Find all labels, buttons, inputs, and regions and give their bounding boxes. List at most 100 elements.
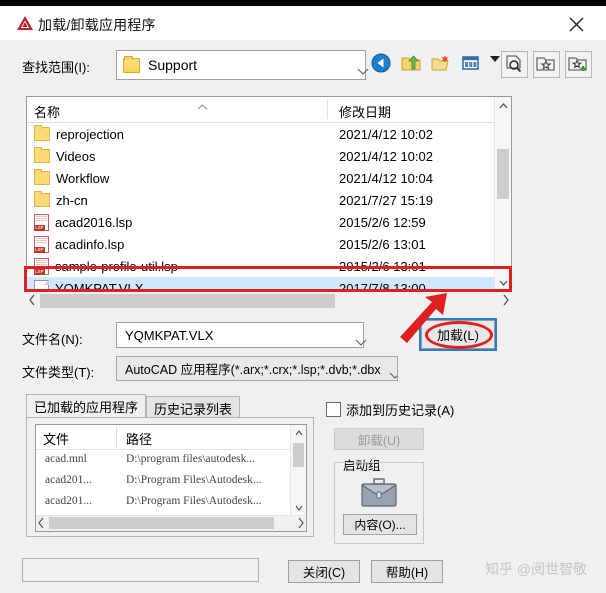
loaded-list-header: 文件 路径 — [36, 425, 306, 450]
up-folder-icon[interactable] — [400, 52, 423, 75]
scrollbar-thumb[interactable] — [40, 294, 335, 308]
new-folder-icon[interactable] — [430, 52, 453, 75]
scroll-right-icon[interactable] — [297, 517, 305, 531]
file-list-horizontal-scrollbar[interactable] — [26, 292, 512, 310]
column-divider — [116, 427, 117, 447]
help-button-label: 帮助(H) — [385, 566, 429, 580]
load-unload-applications-dialog: 加载/卸载应用程序 查找范围(I): Support 名称 修改日期 repro… — [0, 0, 606, 593]
file-date-cell: 2021/4/12 10:04 — [339, 170, 433, 186]
file-name-cell: zh-cn — [56, 192, 88, 208]
loaded-file-cell: acad.mnl — [45, 453, 87, 465]
scroll-left-icon[interactable] — [28, 294, 36, 309]
column-divider — [327, 100, 328, 119]
loaded-list-vertical-scrollbar[interactable] — [290, 425, 306, 516]
close-button[interactable]: 关闭(C) — [288, 560, 360, 583]
generic-file-icon — [34, 279, 49, 291]
look-in-label: 查找范围(I): — [22, 60, 90, 75]
lsp-file-icon — [34, 257, 49, 275]
scroll-down-icon[interactable] — [495, 274, 511, 291]
folder-icon — [34, 191, 50, 207]
back-icon[interactable] — [370, 52, 393, 75]
file-type-value: AutoCAD 应用程序(*.arx;*.crx;*.lsp;*.dvb;*.d… — [125, 363, 381, 377]
scroll-up-icon[interactable] — [291, 425, 306, 441]
file-list-row[interactable]: zh-cn 2021/7/27 15:19 — [27, 189, 511, 211]
column-header-path[interactable]: 路径 — [126, 429, 152, 448]
checkbox-box[interactable] — [326, 402, 341, 417]
close-icon[interactable] — [554, 10, 598, 38]
add-to-history-checkbox[interactable]: 添加到历史记录(A) — [326, 400, 454, 419]
column-header-date[interactable]: 修改日期 — [339, 102, 391, 121]
lsp-file-icon — [34, 235, 49, 253]
file-list-row[interactable]: Videos 2021/4/12 10:02 — [27, 145, 511, 167]
folder-icon — [34, 125, 50, 141]
file-name-input[interactable]: YQMKPAT.VLX — [116, 322, 367, 348]
look-in-bar: 查找范围(I): Support — [0, 40, 606, 90]
scrollbar-thumb[interactable] — [49, 517, 274, 529]
file-name-cell: Workflow — [56, 170, 110, 186]
column-header-file[interactable]: 文件 — [43, 429, 69, 448]
file-date-cell: 2017/7/8 13:00 — [339, 280, 426, 292]
file-date-cell: 2021/4/12 10:02 — [339, 126, 433, 142]
file-list-row[interactable]: sample-profile-util.lsp 2015/2/6 13:01 — [27, 255, 511, 277]
title-bar: 加载/卸载应用程序 — [0, 6, 606, 41]
file-name-cell: sample-profile-util.lsp — [55, 258, 178, 274]
file-list[interactable]: 名称 修改日期 reprojection 2021/4/12 10:02 Video… — [26, 96, 512, 292]
tab-history-list[interactable]: 历史记录列表 — [146, 396, 241, 419]
file-date-cell: 2015/2/6 13:01 — [339, 258, 426, 274]
tab-bar: 已加载的应用程序 历史记录列表 — [26, 394, 241, 419]
scroll-right-icon[interactable] — [502, 294, 510, 309]
loaded-list-row[interactable]: acad201... D:\Program Files\Autodesk... — [36, 492, 306, 513]
file-list-row[interactable]: Workflow 2021/4/12 10:04 — [27, 167, 511, 189]
contents-button-label: 内容(O)... — [354, 518, 406, 532]
file-name-cell: acadinfo.lsp — [55, 236, 125, 252]
file-list-vertical-scrollbar[interactable] — [494, 97, 511, 291]
loaded-list-row[interactable]: acad201... D:\Program Files\Autodesk... — [36, 471, 306, 492]
file-list-row[interactable]: acad2016.lsp 2015/2/6 12:59 — [27, 211, 511, 233]
views-icon[interactable] — [460, 52, 483, 75]
file-date-cell: 2015/2/6 12:59 — [339, 214, 426, 230]
favorites-icon[interactable] — [533, 51, 560, 78]
navigation-toolbar — [370, 52, 502, 75]
file-type-dropdown[interactable]: AutoCAD 应用程序(*.arx;*.crx;*.lsp;*.dvb;*.d… — [116, 356, 398, 381]
load-button[interactable]: 加载(L) — [419, 318, 497, 351]
scrollbar-thumb[interactable] — [497, 149, 509, 199]
folder-icon — [34, 147, 50, 163]
search-tools-icon[interactable] — [501, 51, 528, 78]
file-name-cell: reprojection — [56, 126, 124, 142]
unload-button[interactable]: 卸载(U) — [334, 428, 424, 450]
add-favorite-icon[interactable] — [565, 51, 592, 78]
file-name-value: YQMKPAT.VLX — [125, 327, 214, 343]
file-date-cell: 2021/4/12 10:02 — [339, 148, 433, 164]
watermark: 知乎 @阅世智敬 — [485, 561, 588, 577]
autocad-logo-icon — [16, 15, 34, 31]
add-to-history-label: 添加到历史记录(A) — [346, 403, 455, 418]
scroll-up-icon[interactable] — [495, 97, 511, 114]
close-button-label: 关闭(C) — [302, 566, 346, 580]
startup-contents-button[interactable]: 内容(O)... — [343, 514, 417, 535]
scroll-down-icon[interactable] — [291, 500, 306, 516]
unload-button-label: 卸载(U) — [357, 433, 401, 448]
tab-label: 已加载的应用程序 — [34, 400, 139, 415]
look-in-combo[interactable]: Support — [116, 50, 369, 80]
status-text-box — [22, 558, 259, 582]
loaded-list-horizontal-scrollbar[interactable] — [36, 515, 306, 531]
column-header-name[interactable]: 名称 — [34, 102, 60, 121]
file-list-rows: reprojection 2021/4/12 10:02 Videos 2021/4/… — [27, 123, 511, 292]
briefcase-icon — [359, 477, 399, 509]
tab-loaded-applications[interactable]: 已加载的应用程序 — [26, 394, 147, 419]
file-name-cell: acad2016.lsp — [55, 214, 133, 230]
startup-group-box: 内容(O)... — [334, 462, 424, 544]
loaded-applications-list[interactable]: 文件 路径 acad.mnl D:\program files\autodesk.… — [35, 424, 307, 532]
scroll-left-icon[interactable] — [37, 517, 45, 531]
file-list-row[interactable]: reprojection 2021/4/12 10:02 — [27, 123, 511, 145]
loaded-file-cell: acad201... — [45, 495, 92, 507]
tab-label: 历史记录列表 — [154, 401, 233, 417]
file-list-row[interactable]: YQMKPAT.VLX 2017/7/8 13:00 — [27, 277, 511, 292]
help-button[interactable]: 帮助(H) — [371, 560, 443, 583]
load-button-label: 加载(L) — [437, 328, 479, 343]
scrollbar-thumb[interactable] — [293, 443, 304, 467]
loaded-list-row[interactable]: acad.mnl D:\program files\autodesk... — [36, 450, 306, 471]
loaded-path-cell: D:\Program Files\Autodesk... — [126, 495, 262, 507]
file-list-row[interactable]: acadinfo.lsp 2015/2/6 13:01 — [27, 233, 511, 255]
loaded-path-cell: D:\Program Files\Autodesk... — [126, 474, 262, 486]
